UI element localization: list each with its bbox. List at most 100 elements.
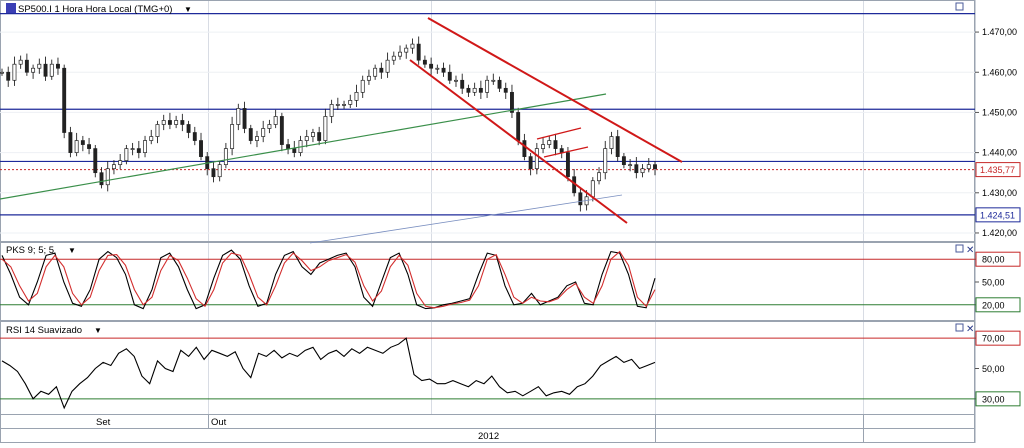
osc-tick-label: 50,00 [982,278,1005,288]
candle-body [261,128,266,137]
candle-body [366,75,371,81]
candle-body [615,136,620,157]
chevron-down-icon[interactable]: ▼ [184,5,192,14]
candle-body [217,164,222,178]
candle-body [441,67,446,73]
rsi-panel-title[interactable]: RSI 14 Suavizado [6,325,82,336]
close-icon[interactable]: ✕ [966,245,974,256]
candle-body [267,124,272,129]
osc-tick-label: 50,00 [982,364,1005,374]
candle-body [472,87,477,93]
candle-body [87,144,92,149]
price-tick-label: 1.460,00 [982,67,1017,77]
candle-body [0,71,4,74]
chart-canvas: 1.470,00 1.460,00 1.450,00 1.440,00 1.430,00… [0,0,1024,443]
pks-panel-title[interactable]: PKS 9; 5; 5 [6,245,54,256]
candle-body [528,156,533,170]
candle-body [646,164,651,170]
candle-body [497,79,502,89]
candle-body [43,63,48,77]
chevron-down-icon[interactable]: ▼ [94,326,102,335]
candle-body [24,59,29,73]
chevron-down-icon[interactable]: ▼ [68,246,76,255]
candle-body [211,168,216,178]
candle-body [454,79,458,82]
candle-body [80,140,85,145]
candle-body [597,172,601,182]
candle-body [255,136,259,141]
candle-body [342,104,346,106]
candle-body [62,67,67,133]
candle-body [634,164,639,174]
candle-body [124,148,129,161]
candle-body [292,148,297,153]
candle-body [49,63,54,77]
osc-tick-label: 30,00 [982,394,1005,404]
candle-body [547,140,552,145]
candle-body [311,132,315,137]
candle-body [503,87,508,93]
candle-body [565,152,570,178]
candle-body [136,148,141,153]
candle-body [360,79,365,93]
candle-body [609,136,614,149]
candle-body [335,104,340,106]
candle-body [279,116,284,145]
candle-body [304,136,309,141]
month-label-sep: Set [96,417,111,428]
candle-body [236,108,241,125]
candle-body [180,120,185,125]
candle-body [186,124,191,133]
candle-body [447,71,452,81]
candle-body [478,87,483,93]
price-tick-label: 1.450,00 [982,107,1017,117]
osc-tick-label: 80,00 [982,255,1005,265]
candle-body [18,59,23,65]
price-tag-label: 1.424,51 [980,210,1015,220]
candle-body [248,128,253,141]
instrument-icon [6,3,16,13]
price-tick-label: 1.420,00 [982,228,1017,238]
candle-body [640,168,645,174]
candle-body [242,108,247,129]
close-icon[interactable]: ✕ [966,324,974,335]
price-panel-title[interactable]: SP500.I 1 Hora Hora Local (TMG+0) [18,4,172,15]
candle-body [590,180,595,198]
candle-body [653,164,657,170]
candle-body [174,120,179,125]
candle-body [118,160,123,166]
candle-body [56,63,60,69]
candle-body [516,112,521,141]
candle-body [230,124,235,149]
candle-body [354,91,359,101]
candle-body [559,148,564,153]
candle-body [223,148,228,166]
candle-body [286,144,291,149]
candle-body [68,132,73,153]
candle-body [379,67,384,73]
candle-body [435,67,440,70]
trading-chart: 1.470,00 1.460,00 1.450,00 1.440,00 1.430,00… [0,0,1024,443]
candle-body [111,164,116,170]
candle-body [192,132,197,141]
candle-body [522,140,527,157]
candle-body [74,140,79,153]
candle-body [422,59,427,65]
candle-body [155,124,160,137]
candle-body [99,172,104,186]
candle-body [578,192,583,206]
candle-body [541,144,546,149]
candle-body [6,71,11,81]
price-tick-label: 1.470,00 [982,27,1017,37]
candle-body [199,140,203,157]
candle-body [37,63,42,69]
candle-body [485,79,490,93]
osc-tick-label: 70,00 [982,334,1005,344]
year-label: 2012 [478,431,499,442]
candle-body [628,164,633,167]
candle-body [510,91,514,113]
candle-body [385,59,390,73]
candle-body [12,63,17,81]
candle-body [491,79,496,82]
candle-body [603,148,608,174]
